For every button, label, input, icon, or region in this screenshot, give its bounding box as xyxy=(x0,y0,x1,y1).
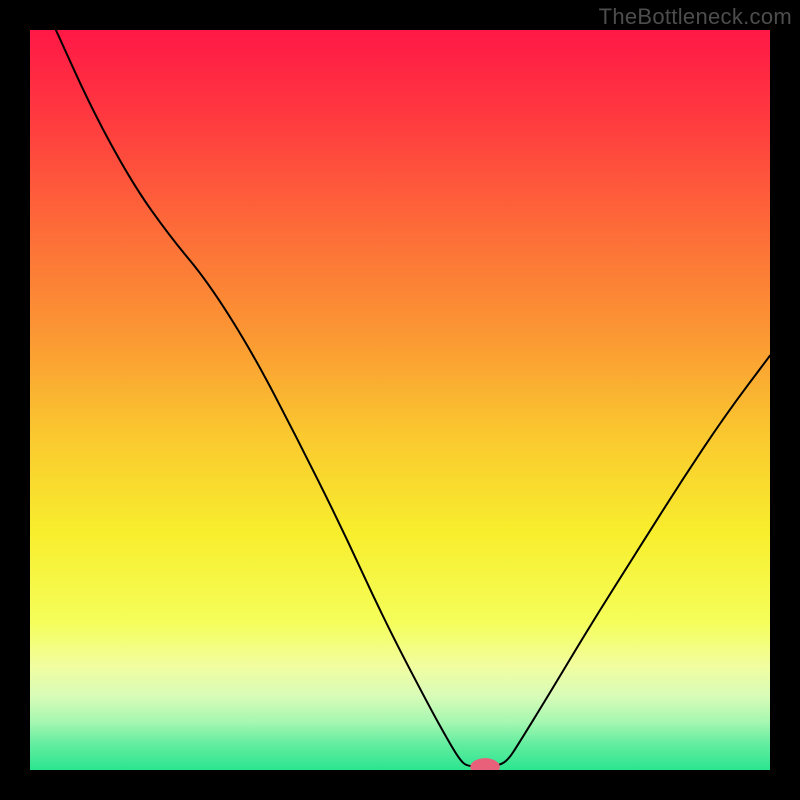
chart-canvas xyxy=(30,30,770,770)
bottleneck-chart xyxy=(30,30,770,770)
gradient-background xyxy=(30,30,770,770)
watermark-text: TheBottleneck.com xyxy=(599,4,792,30)
